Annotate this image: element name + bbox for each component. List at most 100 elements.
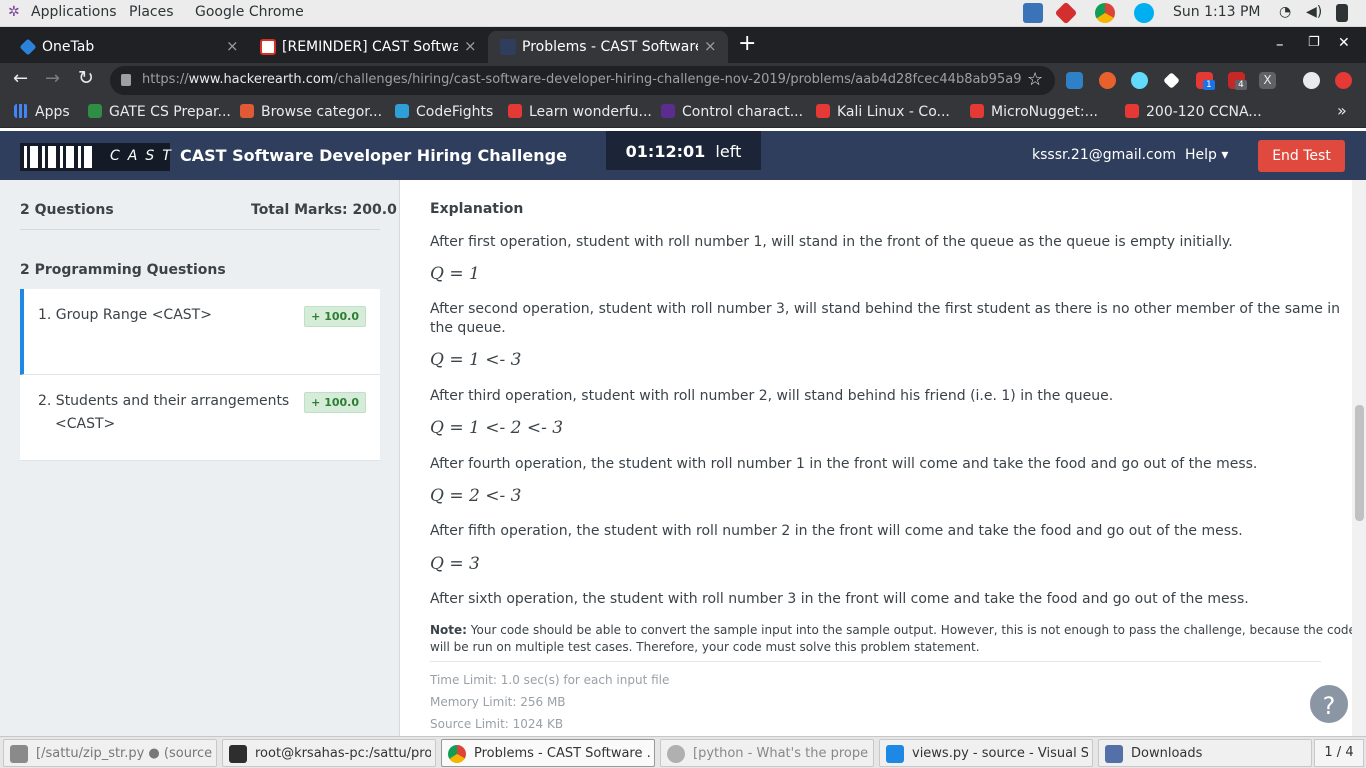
bookmark-gate[interactable]: GATE CS Prepar...	[88, 104, 231, 120]
challenge-header: CAST CAST Software Developer Hiring Chal…	[0, 131, 1366, 180]
close-window-button[interactable]: ✕	[1338, 35, 1350, 51]
timer-value: 01:12:01	[625, 142, 706, 161]
time-limit: Time Limit: 1.0 sec(s) for each input fi…	[430, 673, 670, 687]
reload-button[interactable]: ↻	[78, 67, 94, 89]
explanation-text: After first operation, student with roll…	[430, 234, 1233, 250]
task-terminal[interactable]: root@krsahas-pc:/sattu/proj...	[222, 739, 436, 767]
explanation-text: After second operation, student with rol…	[430, 301, 1341, 317]
extension-icon[interactable]	[1066, 72, 1083, 89]
tab-onetab[interactable]: OneTab ×	[8, 31, 248, 63]
memory-limit: Memory Limit: 256 MB	[430, 695, 566, 709]
youtube-icon	[970, 104, 984, 118]
help-chat-button[interactable]: ?	[1308, 683, 1350, 725]
bookmark-codefights[interactable]: CodeFights	[395, 104, 493, 120]
system-top-bar: ✲ Applications Places Google Chrome Sun …	[0, 0, 1366, 27]
restore-button[interactable]: ❐	[1308, 35, 1320, 50]
react-devtools-icon[interactable]	[1131, 72, 1148, 89]
folder-icon	[1105, 745, 1123, 763]
logo-bars	[24, 146, 94, 168]
extension-x-icon[interactable]: X	[1259, 72, 1276, 89]
extension-badge: 1	[1203, 80, 1215, 90]
more-bookmarks-button[interactable]: »	[1337, 101, 1347, 120]
hackerearth-icon	[500, 39, 516, 55]
task-chrome-problems[interactable]: Problems - CAST Software ...	[441, 739, 655, 767]
task-label: [/sattu/zip_str.py ● (source)...	[36, 746, 212, 761]
close-tab-icon[interactable]: ×	[464, 37, 477, 55]
address-bar[interactable]: https://www.hackerearth.com/challenges/h…	[110, 66, 1055, 95]
note-text: Note: Your code should be able to conver…	[430, 623, 1352, 637]
marks-badge: + 100.0	[304, 392, 366, 413]
terminal-icon	[229, 745, 247, 763]
tab-reminder[interactable]: [REMINDER] CAST Softwa ×	[248, 31, 486, 63]
workspace-indicator[interactable]: 1 / 4	[1314, 739, 1364, 767]
update-menu-button[interactable]	[1335, 72, 1352, 89]
youtube-icon	[816, 104, 830, 118]
lock-icon[interactable]	[121, 74, 131, 86]
back-button[interactable]: ←	[13, 68, 28, 89]
record-icon[interactable]	[1054, 1, 1078, 25]
codefights-icon	[395, 104, 409, 118]
bookmark-label: Control charact...	[682, 104, 804, 120]
question-title-cont: <CAST>	[55, 416, 116, 432]
countdown-timer: 01:12:01 left	[606, 131, 761, 170]
volume-icon[interactable]: ◀)	[1306, 4, 1322, 20]
download-indicator-icon[interactable]	[1023, 3, 1043, 23]
battery-icon[interactable]	[1336, 4, 1348, 22]
wifi-icon[interactable]: ◔	[1279, 4, 1291, 20]
tab-label: OneTab	[42, 39, 95, 55]
extension-icon[interactable]: 1	[1196, 72, 1215, 90]
help-menu[interactable]: Help ▾	[1185, 147, 1228, 163]
logo-text: CAST	[110, 148, 179, 164]
skype-icon[interactable]	[1134, 3, 1154, 23]
tab-label: Problems - CAST Software	[522, 39, 698, 55]
task-chrome-python[interactable]: [python - What's the proper...	[660, 739, 874, 767]
bookmark-star-icon[interactable]: ☆	[1027, 69, 1043, 90]
question-item-2[interactable]: 2. Students and their arrangements <CAST…	[20, 375, 380, 461]
bookmark-micronugget[interactable]: MicroNugget:...	[970, 104, 1098, 120]
url-text[interactable]: https://www.hackerearth.com/challenges/h…	[142, 72, 1022, 87]
places-menu[interactable]: Places	[129, 4, 174, 20]
bookmark-browse[interactable]: Browse categor...	[240, 104, 382, 120]
bookmark-learn[interactable]: Learn wonderfu...	[508, 104, 652, 120]
extension-badge: 4	[1235, 80, 1247, 90]
minimize-button[interactable]: –	[1276, 35, 1284, 53]
question-title: 2. Students and their arrangements	[38, 393, 290, 409]
user-email[interactable]: ksssr.21@gmail.com	[1032, 147, 1176, 163]
geeksforgeeks-icon	[88, 104, 102, 118]
task-vscode[interactable]: views.py - source - Visual St...	[879, 739, 1093, 767]
note-label: Note:	[430, 623, 467, 637]
bookmark-ccna[interactable]: 200-120 CCNA...	[1125, 104, 1262, 120]
bookmark-kali[interactable]: Kali Linux - Co...	[816, 104, 950, 120]
extension-icon[interactable]	[1099, 72, 1116, 89]
scrollbar-thumb[interactable]	[1355, 405, 1364, 521]
tab-strip: OneTab × [REMINDER] CAST Softwa × Proble…	[0, 27, 1366, 63]
forward-button[interactable]: →	[45, 68, 60, 89]
applications-menu[interactable]: Applications	[31, 4, 117, 20]
page-scrollbar[interactable]	[1352, 180, 1366, 736]
queue-formula: Q = 3	[430, 554, 480, 574]
close-tab-icon[interactable]: ×	[226, 37, 239, 55]
abp-icon[interactable]: 4	[1228, 72, 1247, 90]
queue-formula: Q = 2 <- 3	[430, 486, 522, 506]
apps-grid-icon	[14, 104, 28, 118]
task-gedit[interactable]: [/sattu/zip_str.py ● (source)...	[3, 739, 217, 767]
bookmark-apps[interactable]: Apps	[14, 104, 70, 120]
tab-problems[interactable]: Problems - CAST Software ×	[488, 31, 728, 63]
bookmark-favicon	[661, 104, 675, 118]
close-tab-icon[interactable]: ×	[704, 37, 717, 55]
bookmark-control[interactable]: Control charact...	[661, 104, 803, 120]
youtube-icon	[1125, 104, 1139, 118]
chrome-tray-icon[interactable]	[1095, 3, 1115, 23]
extension-icon[interactable]	[1163, 72, 1180, 89]
section-title: 2 Programming Questions	[20, 262, 226, 278]
divider	[20, 229, 380, 230]
clock[interactable]: Sun 1:13 PM	[1173, 4, 1261, 20]
end-test-button[interactable]: End Test	[1258, 140, 1345, 172]
active-app-name[interactable]: Google Chrome	[195, 4, 304, 20]
explanation-text: After third operation, student with roll…	[430, 388, 1114, 404]
task-downloads[interactable]: Downloads	[1098, 739, 1312, 767]
profile-avatar[interactable]	[1303, 72, 1320, 89]
question-item-1[interactable]: 1. Group Range <CAST> + 100.0	[20, 289, 380, 375]
bookmark-label: Browse categor...	[261, 104, 383, 120]
new-tab-button[interactable]: +	[738, 31, 756, 56]
